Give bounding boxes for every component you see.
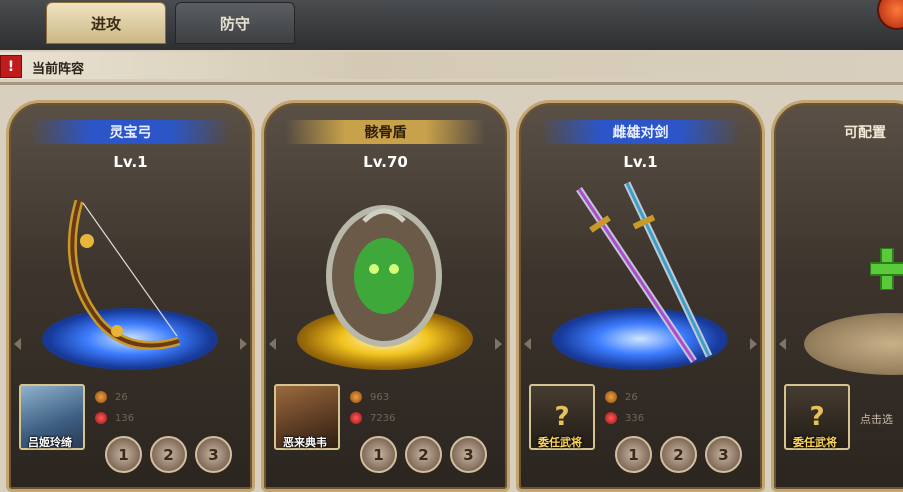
stat-row: 963 bbox=[350, 389, 420, 405]
weapon-name: 雌雄对剑 bbox=[541, 120, 740, 144]
weapon-name: 骸骨盾 bbox=[286, 120, 485, 144]
weapon-level: Lv.1 bbox=[113, 153, 148, 171]
skill-slot-2[interactable]: 2 bbox=[660, 436, 697, 473]
empty-weapon-card[interactable]: 可配置 ? 委任武将 点击选 bbox=[771, 100, 903, 492]
attack-icon bbox=[350, 391, 362, 403]
question-icon: ? bbox=[809, 402, 825, 432]
tab-attack[interactable]: 进攻 bbox=[46, 2, 166, 44]
section-header bbox=[0, 52, 903, 79]
tab-defense[interactable]: 防守 bbox=[175, 2, 295, 44]
skill-slot-2[interactable]: 2 bbox=[405, 436, 442, 473]
arrow-right-icon bbox=[495, 338, 502, 350]
arrow-right-icon bbox=[240, 338, 247, 350]
hint-text: 点击选 bbox=[860, 413, 893, 426]
stat-row: 336 bbox=[605, 410, 675, 426]
section-title: 当前阵容 bbox=[32, 62, 85, 77]
arrow-left-icon bbox=[779, 338, 786, 350]
divider bbox=[0, 82, 903, 85]
arrow-left-icon bbox=[524, 338, 531, 350]
weapon-card-1[interactable]: 灵宝弓 Lv.1 吕姬玲绮 26 136 1 2 3 bbox=[6, 100, 255, 492]
skill-slot-3[interactable]: 3 bbox=[705, 436, 742, 473]
configurable-label: 可配置 bbox=[844, 125, 886, 141]
weapon-name: 灵宝弓 bbox=[31, 120, 230, 144]
arrow-left-icon bbox=[269, 338, 276, 350]
skill-slot-3[interactable]: 3 bbox=[450, 436, 487, 473]
hp-icon bbox=[95, 412, 107, 424]
assign-hero-label: 委任武将 bbox=[793, 436, 837, 449]
weapon-level: Lv.1 bbox=[623, 153, 658, 171]
attack-icon bbox=[95, 391, 107, 403]
skill-slot-1[interactable]: 1 bbox=[360, 436, 397, 473]
close-button[interactable] bbox=[877, 0, 903, 30]
question-icon: ? bbox=[554, 402, 570, 432]
pedestal bbox=[804, 313, 903, 375]
hero-name: 吕姬玲绮 bbox=[28, 436, 72, 449]
shield-icon bbox=[326, 205, 442, 347]
skill-slot-3[interactable]: 3 bbox=[195, 436, 232, 473]
attack-icon bbox=[605, 391, 617, 403]
weapon-level: Lv.70 bbox=[363, 153, 408, 171]
arrow-left-icon bbox=[14, 338, 21, 350]
assign-hero-label: 委任武将 bbox=[538, 436, 582, 449]
hp-icon bbox=[605, 412, 617, 424]
hp-icon bbox=[350, 412, 362, 424]
arrow-right-icon bbox=[750, 338, 757, 350]
bow-icon bbox=[67, 199, 181, 350]
plus-icon[interactable] bbox=[870, 248, 903, 290]
skill-slot-2[interactable]: 2 bbox=[150, 436, 187, 473]
skill-slot-1[interactable]: 1 bbox=[615, 436, 652, 473]
skill-slot-1[interactable]: 1 bbox=[105, 436, 142, 473]
hero-name: 恶来典韦 bbox=[283, 436, 327, 449]
stat-row: 7236 bbox=[350, 410, 420, 426]
weapon-card-2[interactable]: 骸骨盾 Lv.70 恶来典韦 963 7236 1 2 3 bbox=[261, 100, 510, 492]
twin-swords-icon bbox=[576, 181, 713, 363]
stat-row: 136 bbox=[95, 410, 165, 426]
alert-icon: ! bbox=[0, 55, 22, 78]
stat-row: 26 bbox=[95, 389, 165, 405]
weapon-card-3[interactable]: 雌雄对剑 Lv.1 ? 委任武将 26 336 1 2 3 bbox=[516, 100, 765, 492]
stat-row: 26 bbox=[605, 389, 675, 405]
top-bar: 进攻 防守 bbox=[0, 0, 903, 50]
